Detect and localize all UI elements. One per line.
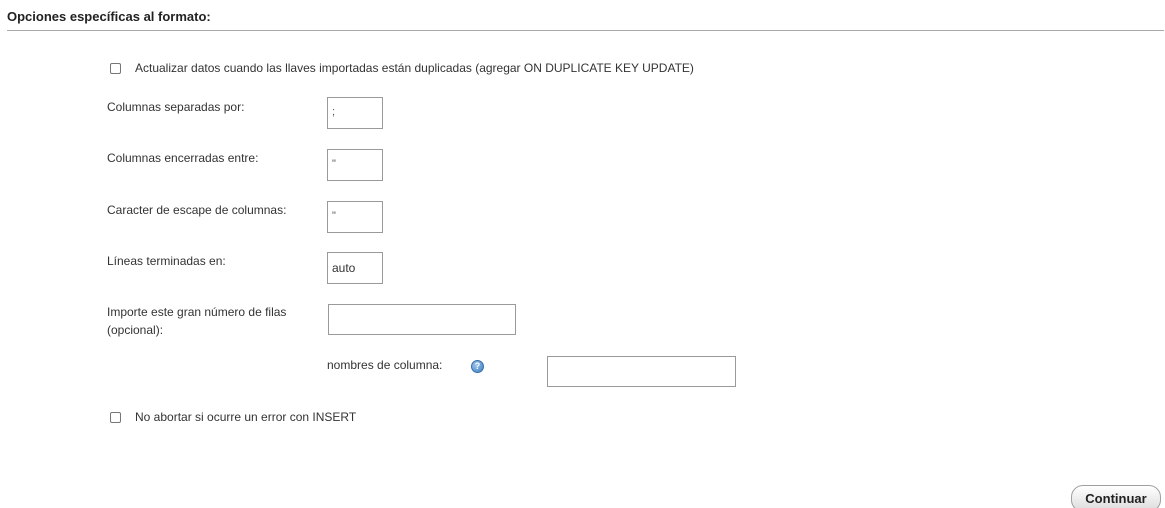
rows-limit-label: Importe este gran número de filas (opcio… — [107, 305, 287, 337]
no-abort-checkbox[interactable] — [110, 412, 121, 423]
columns-separated-input[interactable]: ; — [327, 97, 383, 129]
column-names-input[interactable] — [547, 356, 736, 387]
duplicate-key-label: Actualizar datos cuando las llaves impor… — [135, 61, 694, 75]
format-options-page: Opciones específicas al formato: Actuali… — [0, 0, 1165, 508]
help-icon[interactable]: ? — [471, 360, 484, 373]
rows-limit-input[interactable] — [328, 304, 516, 335]
columns-separated-label: Columnas separadas por: — [107, 100, 245, 114]
columns-escape-label: Caracter de escape de columnas: — [107, 203, 287, 217]
continue-button[interactable]: Continuar — [1071, 485, 1161, 508]
lines-terminated-label: Líneas terminadas en: — [107, 254, 226, 268]
duplicate-key-checkbox[interactable] — [110, 63, 121, 74]
section-title: Opciones específicas al formato: — [7, 9, 211, 24]
lines-terminated-input[interactable]: auto — [327, 252, 383, 284]
section-divider — [7, 30, 1164, 31]
columns-enclosed-input[interactable]: " — [327, 149, 383, 181]
columns-escape-input[interactable]: " — [327, 201, 383, 233]
columns-enclosed-label: Columnas encerradas entre: — [107, 151, 259, 165]
no-abort-label: No abortar si ocurre un error con INSERT — [135, 410, 357, 424]
column-names-label: nombres de columna: — [327, 358, 443, 372]
